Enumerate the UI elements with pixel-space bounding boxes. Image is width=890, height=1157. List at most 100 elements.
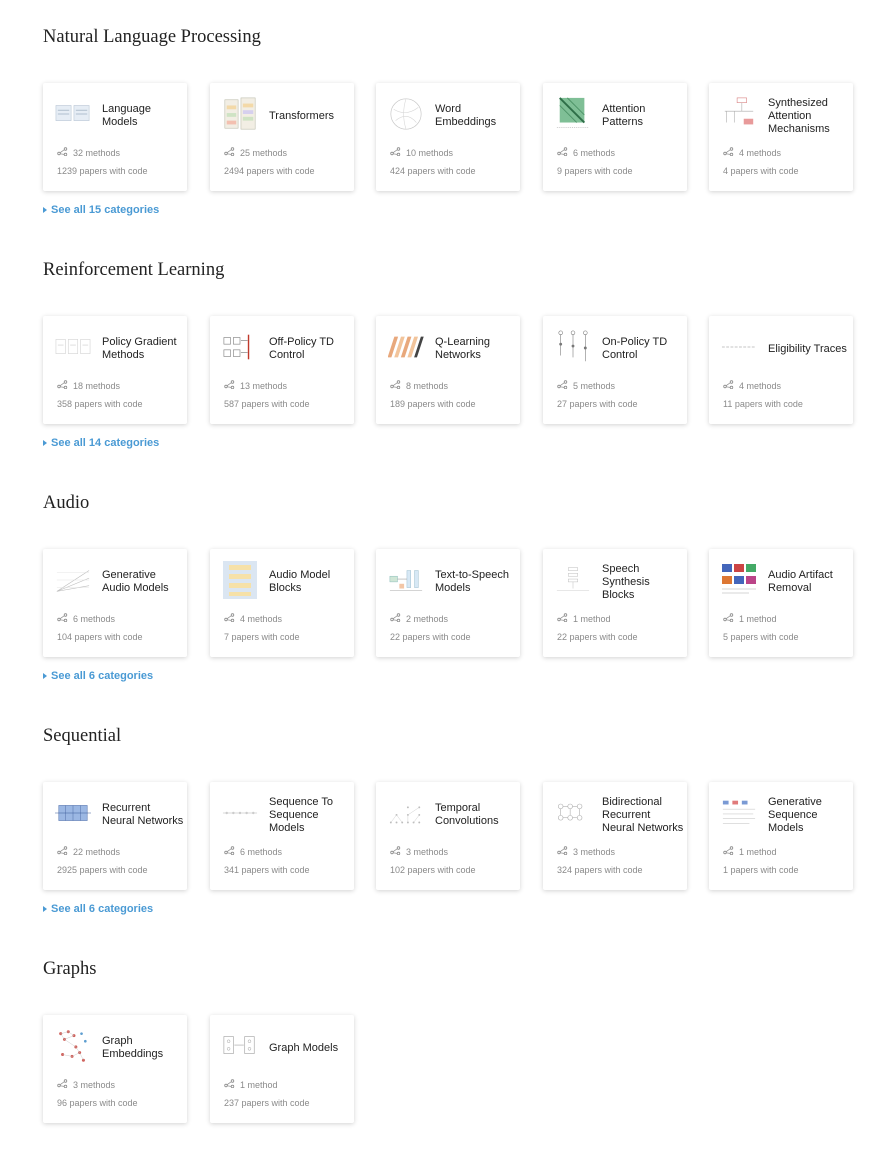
caret-right-icon (43, 440, 47, 446)
methods-icon (390, 380, 401, 391)
category-card-bidirectional-recurrent-neural-networks[interactable]: Bidirectional Recurrent Neural Networks 3… (543, 782, 687, 890)
method-count-label: 18 methods (73, 380, 121, 391)
category-card-q-learning-networks[interactable]: Q-Learning Networks 8 methods 189 papers w… (376, 316, 520, 424)
category-card-word-embeddings[interactable]: Word Embeddings 10 methods 424 papers with… (376, 83, 520, 191)
method-count-label: 6 methods (573, 147, 616, 158)
category-card-title: Temporal Convolutions (435, 802, 499, 827)
onpolicy-diagram-thumbnail (555, 329, 591, 365)
method-count: 13 methods (224, 380, 287, 391)
embedding-circle-thumbnail (388, 96, 424, 132)
category-card-sequence-to-sequence-models[interactable]: Sequence To Sequence Models 6 methods 341 … (210, 782, 354, 890)
tts-diagram-thumbnail (388, 562, 424, 598)
method-count: 4 methods (224, 613, 282, 624)
tconv-diagram-thumbnail (388, 795, 424, 831)
area-title: Graphs (43, 959, 97, 979)
method-count-label: 5 methods (573, 380, 616, 391)
area-title: Sequential (43, 726, 122, 746)
method-count: 3 methods (57, 1079, 115, 1090)
category-card-title: Audio Artifact Removal (768, 569, 833, 594)
methods-icon (390, 147, 401, 158)
method-count: 6 methods (57, 613, 115, 624)
see-all-label: See all 15 categories (51, 204, 160, 216)
category-card-attention-patterns[interactable]: Attention Patterns 6 methods 9 papers with… (543, 83, 687, 191)
method-count: 22 methods (57, 846, 120, 857)
genseq-diagram-thumbnail (721, 795, 757, 831)
papers-count-label: 1 papers with code (723, 865, 799, 875)
papers-count-label: 2925 papers with code (57, 865, 148, 875)
synth-diagram-thumbnail (721, 96, 757, 132)
papers-count-label: 22 papers with code (390, 632, 471, 642)
area-title: Audio (43, 493, 90, 513)
method-count: 25 methods (224, 147, 287, 158)
category-card-speech-synthesis-blocks[interactable]: Speech Synthesis Blocks 1 method 22 papers… (543, 549, 687, 657)
methods-icon (390, 613, 401, 624)
papers-count-label: 424 papers with code (390, 166, 476, 176)
audio-block-diagram-thumbnail (222, 561, 258, 599)
methods-icon (723, 147, 734, 158)
methods-icon (557, 846, 568, 857)
category-card-off-policy-td-control[interactable]: Off-Policy TD Control 13 methods 587 paper… (210, 316, 354, 424)
category-card-on-policy-td-control[interactable]: On-Policy TD Control 5 methods 27 papers w… (543, 316, 687, 424)
method-count: 18 methods (57, 380, 120, 391)
methods-icon (57, 147, 68, 158)
method-count-label: 1 method (739, 613, 777, 624)
seq2seq-diagram-thumbnail (222, 795, 258, 831)
methods-icon (224, 1079, 235, 1090)
papers-count-label: 9 papers with code (557, 166, 633, 176)
category-card-text-to-speech-models[interactable]: Text-to-Speech Models 2 methods 22 papers … (376, 549, 520, 657)
method-count-label: 1 method (573, 613, 611, 624)
transformer-diagram-thumbnail (222, 96, 258, 132)
method-count-label: 1 method (240, 1079, 278, 1090)
category-card-synthesized-attention-mechanisms[interactable]: Synthesized Attention Mechanisms 4 method… (709, 83, 853, 191)
method-count: 8 methods (390, 380, 448, 391)
method-count: 3 methods (557, 846, 615, 857)
method-count-label: 8 methods (406, 380, 449, 391)
method-count-label: 13 methods (240, 380, 288, 391)
category-card-title: Off-Policy TD Control (269, 336, 334, 361)
category-card-audio-model-blocks[interactable]: Audio Model Blocks 4 methods 7 papers with… (210, 549, 354, 657)
category-card-generative-sequence-models[interactable]: Generative Sequence Models 1 method 1 pape… (709, 782, 853, 890)
see-all-categories-link[interactable]: See all 15 categories (43, 204, 159, 216)
see-all-categories-link[interactable]: See all 6 categories (43, 903, 153, 915)
category-card-eligibility-traces[interactable]: Eligibility Traces 4 methods 11 papers wit… (709, 316, 853, 424)
category-card-graph-embeddings[interactable]: Graph Embeddings 3 methods 96 papers with … (43, 1015, 187, 1123)
method-count: 1 method (723, 846, 777, 857)
category-card-title: Text-to-Speech Models (435, 569, 509, 594)
method-count-label: 22 methods (73, 846, 121, 857)
category-card-generative-audio-models[interactable]: Generative Audio Models 6 methods 104 pape… (43, 549, 187, 657)
category-card-row: Graph Embeddings 3 methods 96 papers with … (43, 1015, 873, 1123)
methods-icon (57, 846, 68, 857)
category-card-title: Language Models (102, 103, 151, 128)
caret-right-icon (43, 906, 47, 912)
method-count: 2 methods (390, 613, 448, 624)
papers-count-label: 4 papers with code (723, 166, 799, 176)
caret-right-icon (43, 673, 47, 679)
method-count: 6 methods (224, 846, 282, 857)
see-all-categories-link[interactable]: See all 6 categories (43, 670, 153, 682)
papers-count-label: 11 papers with code (723, 399, 803, 409)
category-card-title: Generative Audio Models (102, 569, 169, 594)
category-card-language-models[interactable]: Language Models 32 methods 1239 papers wit… (43, 83, 187, 191)
method-count-label: 3 methods (406, 846, 449, 857)
category-card-temporal-convolutions[interactable]: Temporal Convolutions 3 methods 102 papers… (376, 782, 520, 890)
rnn-diagram-thumbnail (55, 795, 91, 831)
papers-count-label: 5 papers with code (723, 632, 799, 642)
td-diagram-thumbnail (222, 329, 258, 365)
methods-icon (557, 380, 568, 391)
category-card-row: Generative Audio Models 6 methods 104 pape… (43, 549, 873, 657)
trace-formula-thumbnail (721, 329, 757, 365)
category-card-transformers[interactable]: Transformers 25 methods 2494 papers with c… (210, 83, 354, 191)
category-card-audio-artifact-removal[interactable]: Audio Artifact Removal 1 method 5 papers w… (709, 549, 853, 657)
category-card-policy-gradient-methods[interactable]: Policy Gradient Methods 18 methods 358 pap… (43, 316, 187, 424)
category-card-title: Transformers (269, 109, 334, 122)
see-all-categories-link[interactable]: See all 14 categories (43, 437, 159, 449)
category-card-recurrent-neural-networks[interactable]: Recurrent Neural Networks 22 methods 2925 … (43, 782, 187, 890)
category-card-title: Eligibility Traces (768, 342, 847, 355)
papers-count-label: 1239 papers with code (57, 166, 148, 176)
papers-count-label: 324 papers with code (557, 865, 643, 875)
category-card-graph-models[interactable]: Graph Models 1 method 237 papers with code (210, 1015, 354, 1123)
method-count: 3 methods (390, 846, 448, 857)
area-title: Natural Language Processing (43, 27, 261, 47)
caret-right-icon (43, 207, 47, 213)
methods-icon (224, 147, 235, 158)
